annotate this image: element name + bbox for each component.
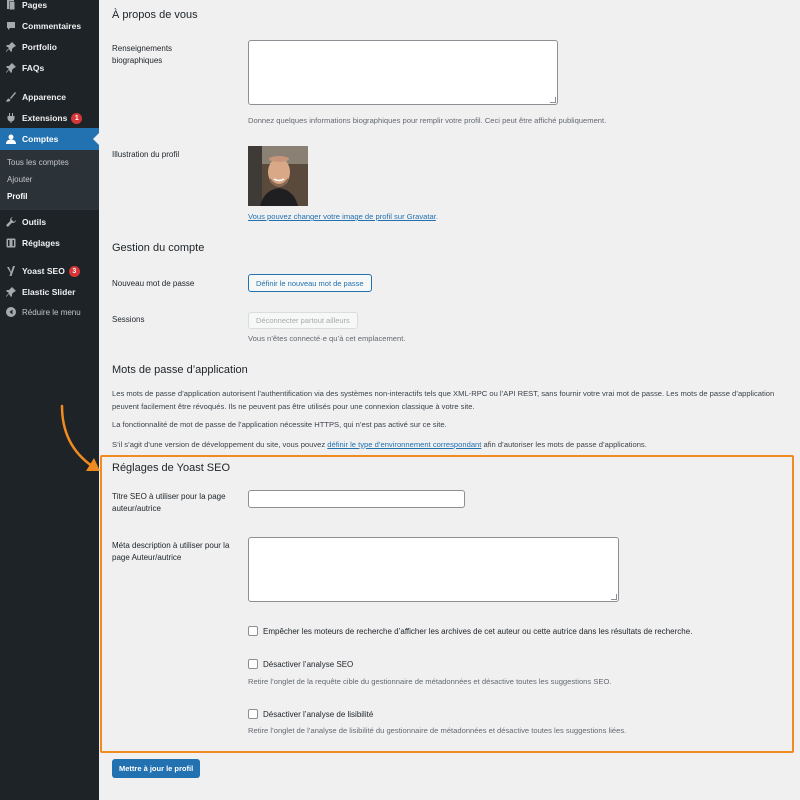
submenu-item-all-users[interactable]: Tous les comptes bbox=[7, 158, 69, 167]
brush-icon bbox=[5, 91, 17, 103]
account-heading: Gestion du compte bbox=[112, 242, 205, 254]
yoast-highlight-box bbox=[100, 455, 794, 753]
sidebar-item-faqs[interactable]: FAQs bbox=[0, 57, 99, 79]
collapse-menu-button[interactable]: Réduire le menu bbox=[0, 301, 99, 323]
update-profile-button[interactable]: Mettre à jour le profil bbox=[112, 759, 201, 778]
submenu-item-add[interactable]: Ajouter bbox=[7, 175, 32, 184]
app-passwords-https-notice: La fonctionnalité de mot de passe de l’a… bbox=[112, 420, 447, 429]
submenu-item-profile[interactable]: Profil bbox=[7, 192, 27, 201]
avatar-label: Illustration du profil bbox=[112, 150, 180, 159]
bio-textarea[interactable] bbox=[248, 40, 558, 105]
settings-icon bbox=[5, 237, 17, 249]
sidebar-item-appearance[interactable]: Apparence bbox=[0, 86, 99, 108]
collapse-icon bbox=[5, 306, 17, 318]
sidebar-item-comptes[interactable]: Comptes bbox=[0, 128, 99, 150]
sessions-label: Sessions bbox=[112, 315, 145, 324]
sessions-description: Vous n’êtes connecté·e qu’à cet emplacem… bbox=[248, 334, 406, 343]
avatar bbox=[248, 146, 308, 206]
wrench-icon bbox=[5, 216, 17, 228]
bio-label: Renseignements biographiques bbox=[112, 44, 173, 65]
sidebar-item-portfolio[interactable]: Portfolio bbox=[0, 36, 99, 58]
pin-icon bbox=[5, 286, 17, 298]
app-passwords-dev-notice: S’il s’agit d’une version de développeme… bbox=[112, 440, 647, 449]
extensions-update-badge: 1 bbox=[71, 112, 83, 124]
sidebar-item-elastic-slider[interactable]: Elastic Slider bbox=[0, 281, 99, 303]
yoast-icon bbox=[5, 265, 17, 277]
sidebar-item-extensions[interactable]: Extensions 1 bbox=[0, 107, 99, 129]
sidebar-item-tools[interactable]: Outils bbox=[0, 211, 99, 233]
pin-icon bbox=[5, 41, 17, 53]
user-icon bbox=[5, 133, 17, 145]
annotation-arrow-icon bbox=[60, 404, 100, 471]
sidebar-item-yoast[interactable]: Yoast SEO 3 bbox=[0, 260, 99, 282]
new-password-label: Nouveau mot de passe bbox=[112, 279, 195, 288]
environment-type-link[interactable]: définir le type d’environnement correspo… bbox=[327, 440, 481, 449]
app-passwords-intro: Les mots de passe d’application autorise… bbox=[112, 389, 775, 411]
sidebar-item-pages[interactable]: Pages bbox=[0, 0, 99, 16]
about-heading: À propos de vous bbox=[112, 9, 198, 21]
sidebar-item-settings[interactable]: Réglages bbox=[0, 232, 99, 254]
active-menu-arrow bbox=[93, 133, 99, 145]
sidebar-item-comments[interactable]: Commentaires bbox=[0, 15, 99, 37]
bio-description: Donnez quelques informations biographiqu… bbox=[248, 116, 607, 125]
gravatar-link[interactable]: Vous pouvez changer votre image de profi… bbox=[248, 212, 436, 221]
yoast-notification-badge: 3 bbox=[68, 265, 80, 277]
comments-icon bbox=[5, 20, 17, 32]
app-passwords-heading: Mots de passe d’application bbox=[112, 364, 248, 376]
plugin-icon bbox=[5, 112, 17, 124]
set-new-password-button[interactable]: Définir le nouveau mot de passe bbox=[248, 274, 372, 292]
pin-icon bbox=[5, 62, 17, 74]
pages-icon bbox=[5, 0, 17, 11]
comptes-submenu: Tous les comptes Ajouter Profil bbox=[0, 150, 99, 210]
logout-everywhere-button[interactable]: Déconnecter partout ailleurs bbox=[248, 312, 358, 329]
